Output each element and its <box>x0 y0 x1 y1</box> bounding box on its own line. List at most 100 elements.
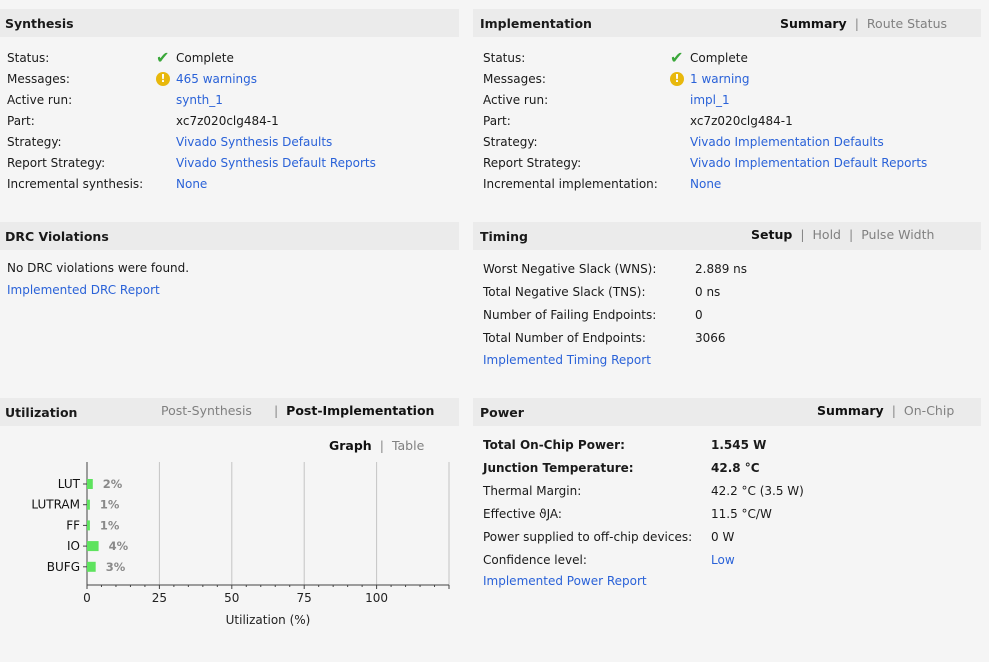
synthesis-header: Synthesis <box>0 9 459 37</box>
row-label: Active run: <box>7 93 73 107</box>
x-tick-label: 50 <box>224 591 239 605</box>
tab-summary[interactable]: Summary <box>780 16 847 31</box>
category-label: IO <box>67 539 80 553</box>
data-label: 4% <box>109 539 129 553</box>
row-value: xc7z020clg484-1 <box>690 114 793 128</box>
implementation-title: Implementation <box>480 16 592 31</box>
row-value: 42.2 °C (3.5 W) <box>711 484 804 498</box>
row-label: Part: <box>483 114 511 128</box>
row-label: Active run: <box>483 93 549 107</box>
row-label: Messages: <box>483 72 546 86</box>
row-label: Total On-Chip Power: <box>483 438 625 452</box>
row-value-link[interactable]: Vivado Implementation Defaults <box>690 134 884 150</box>
tab-hold[interactable]: Hold <box>813 227 841 242</box>
check-icon: ✔ <box>156 48 170 67</box>
timing-header: Timing Setup | Hold | Pulse Width <box>473 222 981 250</box>
row-label: Report Strategy: <box>483 156 582 170</box>
tab-summary[interactable]: Summary <box>817 403 884 418</box>
tab-post-synthesis[interactable]: Post-Synthesis <box>161 403 252 418</box>
row-value-link[interactable]: impl_1 <box>690 92 730 108</box>
tab-separator: | <box>379 438 384 453</box>
row-value: 1.545 W <box>711 438 767 452</box>
tab-separator: | <box>891 403 896 418</box>
row-value-link[interactable]: None <box>176 176 207 192</box>
utilization-header: Utilization Post-Synthesis | Post-Implemen… <box>0 398 459 426</box>
row-value-link[interactable]: Low <box>711 552 735 568</box>
timing-report-link[interactable]: Implemented Timing Report <box>483 353 651 367</box>
bar-bufg <box>87 561 96 572</box>
bar-io <box>87 541 99 552</box>
synthesis-title: Synthesis <box>5 16 74 31</box>
row-value: 42.8 °C <box>711 461 760 475</box>
row-label: Number of Failing Endpoints: <box>483 308 657 322</box>
bar-lutram <box>87 499 90 510</box>
row-value-link[interactable]: Vivado Synthesis Default Reports <box>176 155 376 171</box>
row-label: Status: <box>7 51 50 65</box>
row-value-link[interactable]: synth_1 <box>176 92 223 108</box>
x-tick-label: 100 <box>365 591 388 605</box>
row-label: Power supplied to off-chip devices: <box>483 530 693 544</box>
power-report-link[interactable]: Implemented Power Report <box>483 574 647 588</box>
data-label: 3% <box>106 560 126 574</box>
row-value-link[interactable]: 1 warning <box>690 71 750 87</box>
row-value-link[interactable]: Vivado Synthesis Defaults <box>176 134 332 150</box>
data-label: 2% <box>103 477 123 491</box>
drc-title: DRC Violations <box>5 229 109 244</box>
row-label: Incremental implementation: <box>483 177 658 191</box>
row-label: Total Number of Endpoints: <box>483 331 646 345</box>
row-value-link[interactable]: None <box>690 176 721 192</box>
row-label: Part: <box>7 114 35 128</box>
row-value-link[interactable]: 465 warnings <box>176 71 257 87</box>
tab-separator: | <box>800 227 805 242</box>
row-value: Complete <box>176 51 234 65</box>
row-label: Thermal Margin: <box>483 484 582 498</box>
power-title: Power <box>480 405 524 420</box>
tab-graph[interactable]: Graph <box>329 438 372 453</box>
implementation-header: Implementation Summary | Route Status <box>473 9 981 37</box>
row-label: Effective ϑJA: <box>483 507 562 521</box>
row-value: 2.889 ns <box>695 262 748 276</box>
x-axis-label: Utilization (%) <box>226 613 311 627</box>
category-label: LUT <box>58 477 81 491</box>
tab-separator: | <box>849 227 854 242</box>
row-label: Confidence level: <box>483 553 587 567</box>
drc-message: No DRC violations were found. <box>7 261 190 275</box>
tab-on-chip[interactable]: On-Chip <box>904 403 954 418</box>
drc-header: DRC Violations <box>0 222 459 250</box>
drc-report-link[interactable]: Implemented DRC Report <box>7 283 160 297</box>
category-label: BUFG <box>47 560 80 574</box>
tab-pulse-width[interactable]: Pulse Width <box>861 227 934 242</box>
row-label: Total Negative Slack (TNS): <box>483 285 646 299</box>
row-value: 3066 <box>695 331 726 345</box>
row-label: Incremental synthesis: <box>7 177 144 191</box>
utilization-title: Utilization <box>5 405 78 420</box>
tab-separator: | <box>854 16 859 31</box>
x-tick-label: 25 <box>152 591 167 605</box>
row-label: Worst Negative Slack (WNS): <box>483 262 657 276</box>
row-label: Strategy: <box>483 135 538 149</box>
bar-ff <box>87 520 90 531</box>
tab-setup[interactable]: Setup <box>751 227 792 242</box>
power-header: Power Summary | On-Chip <box>473 398 981 426</box>
check-icon: ✔ <box>670 48 684 67</box>
x-tick-label: 75 <box>297 591 312 605</box>
row-label: Messages: <box>7 72 70 86</box>
tab-route-status[interactable]: Route Status <box>867 16 947 31</box>
row-label: Report Strategy: <box>7 156 106 170</box>
row-label: Strategy: <box>7 135 62 149</box>
bar-lut <box>87 479 93 489</box>
warning-icon: ! <box>670 72 684 86</box>
tab-post-implementation[interactable]: Post-Implementation <box>286 403 434 418</box>
row-label: Status: <box>483 51 526 65</box>
tab-separator: | <box>273 403 279 418</box>
category-label: FF <box>66 518 80 532</box>
tab-table[interactable]: Table <box>392 438 424 453</box>
row-value-link[interactable]: Vivado Implementation Default Reports <box>690 155 927 171</box>
row-value: 0 W <box>711 530 735 544</box>
data-label: 1% <box>100 518 120 532</box>
data-label: 1% <box>100 498 120 512</box>
row-value: xc7z020clg484-1 <box>176 114 279 128</box>
row-value: 0 ns <box>695 285 721 299</box>
utilization-chart: 0 25 50 75 100 Utilization (%) LUT 2% LUTRAM 1% FF… <box>31 462 450 627</box>
category-label: LUTRAM <box>31 498 80 512</box>
